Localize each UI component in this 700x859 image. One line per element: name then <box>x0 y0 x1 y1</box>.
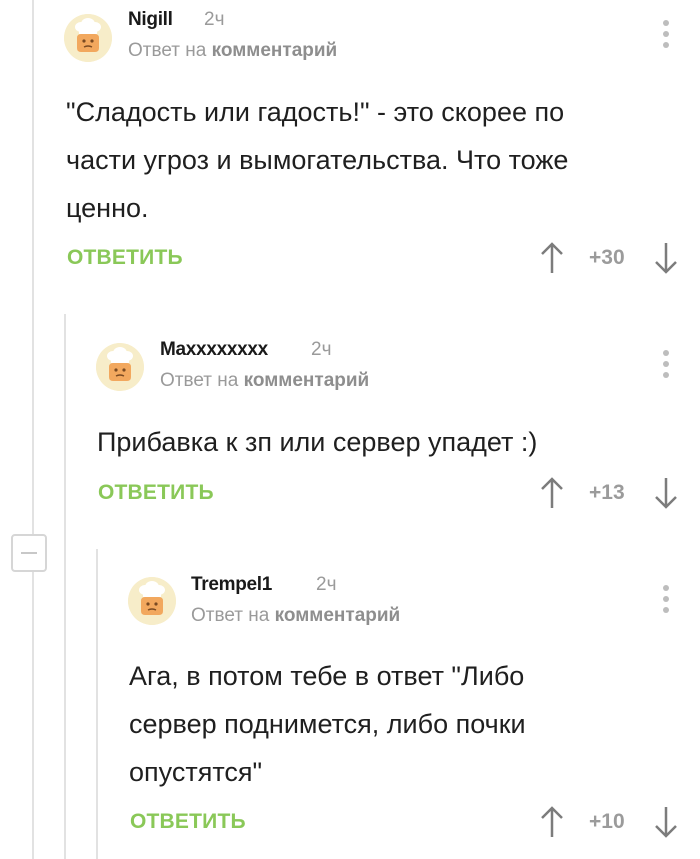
avatar[interactable] <box>64 14 112 62</box>
reply-to-label: Ответ на комментарий <box>160 370 369 392</box>
thread-line-level-1-lower <box>32 572 34 859</box>
thread-line-level-2 <box>64 314 66 859</box>
reply-button[interactable]: ОТВЕТИТЬ <box>130 810 246 834</box>
rating-value: +10 <box>589 810 625 833</box>
rating-value: +13 <box>589 481 625 504</box>
avatar[interactable] <box>96 343 144 391</box>
reply-to-prefix: Ответ на <box>191 605 270 626</box>
arrow-down-icon[interactable] <box>652 242 680 274</box>
reply-to-link[interactable]: комментарий <box>212 40 338 61</box>
arrow-up-icon[interactable] <box>538 242 566 274</box>
arrow-up-icon[interactable] <box>538 806 566 838</box>
comment-body-line: Прибавка к зп или сервер упадет :) <box>97 427 538 457</box>
comment-time: 2ч <box>204 9 225 30</box>
comment-time: 2ч <box>311 339 332 360</box>
thread-line-level-3 <box>96 549 98 859</box>
rating-value: +30 <box>589 246 625 269</box>
reply-to-link[interactable]: комментарий <box>275 605 401 626</box>
reply-to-label: Ответ на комментарий <box>191 605 400 627</box>
reply-to-label: Ответ на комментарий <box>128 40 337 62</box>
reply-to-prefix: Ответ на <box>128 40 207 61</box>
author-name[interactable]: Maxxxxxxxx <box>160 339 268 361</box>
avatar[interactable] <box>128 577 176 625</box>
more-vertical-icon[interactable] <box>662 20 670 56</box>
default-chef-avatar-icon <box>128 577 176 625</box>
default-chef-avatar-icon <box>96 343 144 391</box>
arrow-up-icon[interactable] <box>538 477 566 509</box>
thread-line-level-1 <box>32 0 34 534</box>
reply-to-link[interactable]: комментарий <box>244 370 370 391</box>
comment-time: 2ч <box>316 574 337 595</box>
comment-body-line: части угроз и вымогательства. Что тоже <box>66 145 569 175</box>
reply-button[interactable]: ОТВЕТИТЬ <box>98 481 214 505</box>
default-chef-avatar-icon <box>64 14 112 62</box>
author-name[interactable]: Nigill <box>128 9 173 31</box>
more-vertical-icon[interactable] <box>662 350 670 386</box>
more-vertical-icon[interactable] <box>662 585 670 621</box>
author-name[interactable]: Trempel1 <box>191 574 272 596</box>
reply-button[interactable]: ОТВЕТИТЬ <box>67 246 183 270</box>
comment-body-line: Ага, в потом тебе в ответ "Либо <box>129 661 525 691</box>
comment-body-line: сервер поднимется, либо почки <box>129 709 526 739</box>
comment-body-line: ценно. <box>66 193 149 223</box>
comment-body-line: опустятся" <box>129 757 263 787</box>
reply-to-prefix: Ответ на <box>160 370 239 391</box>
arrow-down-icon[interactable] <box>652 806 680 838</box>
comment-body-line: "Сладость или гадость!" - это скорее по <box>66 97 565 127</box>
collapse-thread-button[interactable] <box>11 534 47 572</box>
arrow-down-icon[interactable] <box>652 477 680 509</box>
